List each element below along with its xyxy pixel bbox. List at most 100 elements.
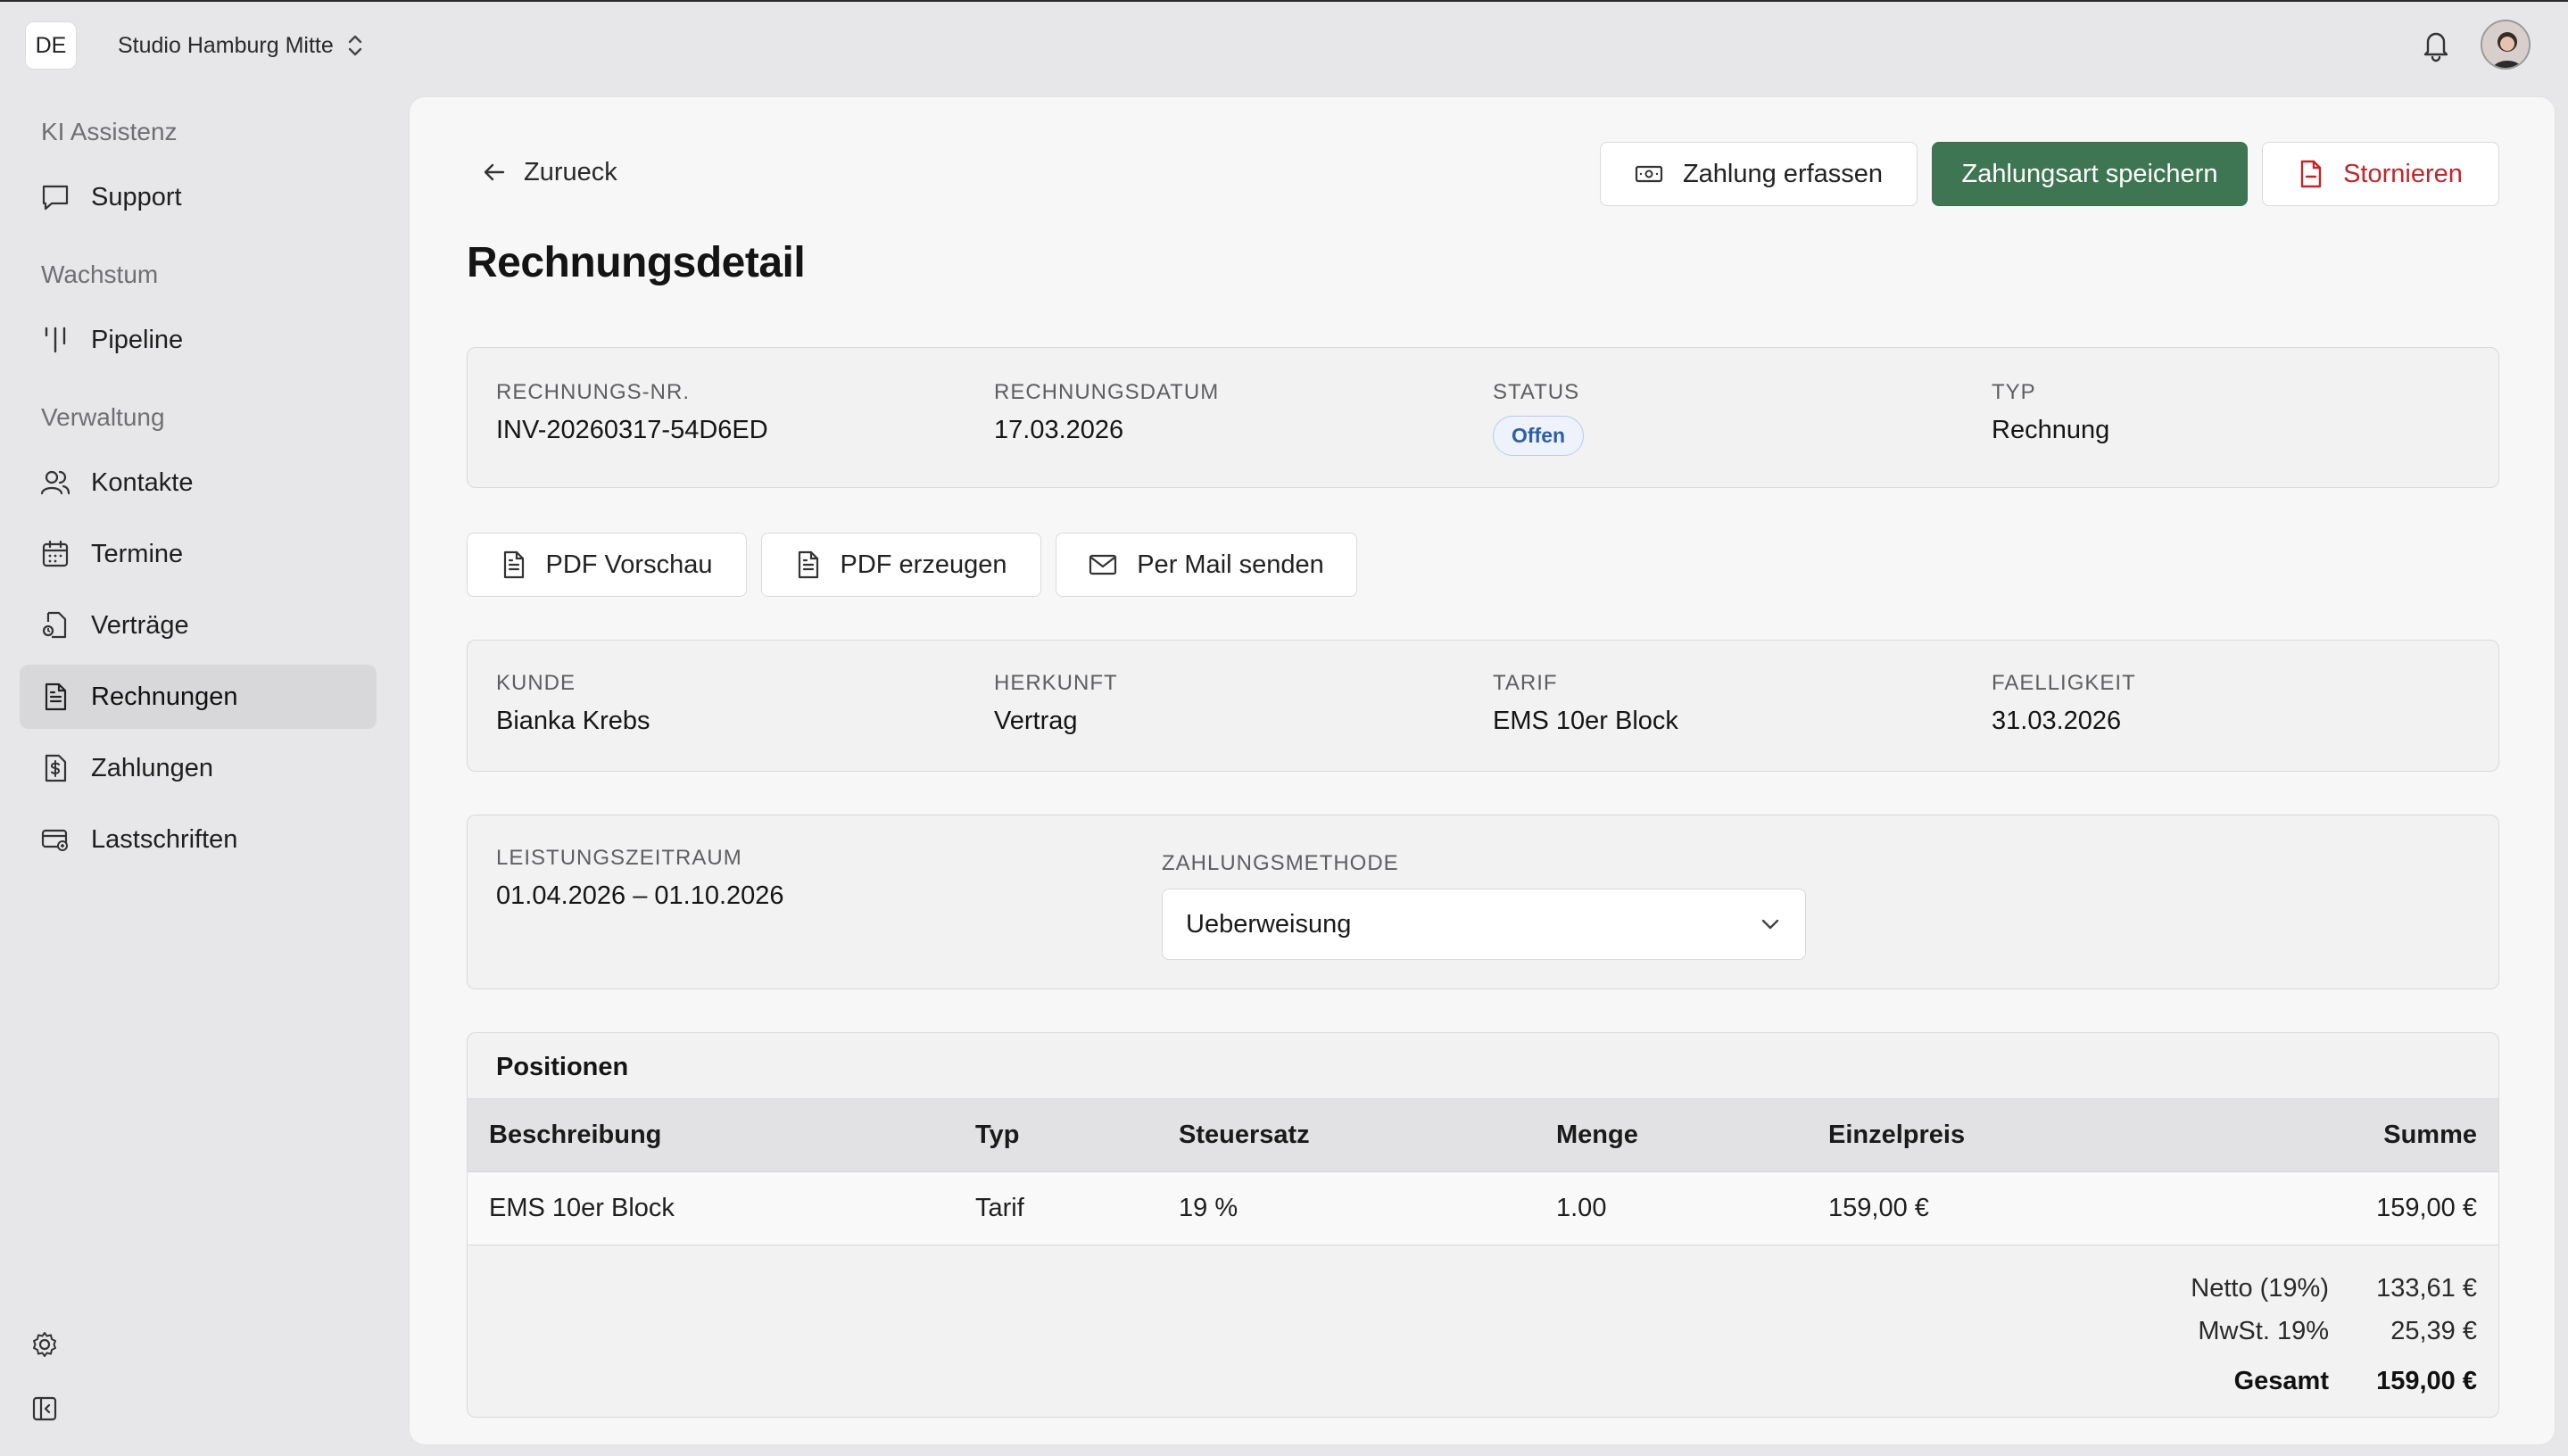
- pdf-preview-button[interactable]: PDF Vorschau: [467, 533, 747, 597]
- column-header-total: Summe: [2383, 1121, 2477, 1149]
- invoice-type-label: TYP: [1992, 380, 2036, 404]
- service-panel: LEISTUNGSZEITRAUM 01.04.2026 – 01.10.202…: [467, 815, 2499, 989]
- invoice-date-label: RECHNUNGSDATUM: [994, 380, 1220, 404]
- invoice-number-field: RECHNUNGS-NR. INV-20260317-54D6ED: [496, 380, 768, 445]
- totals-block: Netto (19%) 133,61 € MwSt. 19% 25,39 € G…: [2191, 1267, 2477, 1402]
- bell-icon[interactable]: [2420, 27, 2452, 62]
- studio-switcher[interactable]: Studio Hamburg Mitte: [118, 25, 364, 66]
- invoice-date-field: RECHNUNGSDATUM 17.03.2026: [994, 380, 1219, 445]
- invoice-meta-panel: RECHNUNGS-NR. INV-20260317-54D6ED RECHNU…: [467, 347, 2499, 488]
- invoice-status-label: STATUS: [1493, 380, 1580, 404]
- sidebar-item-termine[interactable]: Termine: [20, 522, 377, 586]
- invoice-type-value: Rechnung: [1992, 416, 2110, 444]
- cell-total: 159,00 €: [2376, 1194, 2477, 1222]
- origin-value: Vertrag: [994, 707, 1078, 735]
- sidebar-item-label: Rechnungen: [91, 682, 238, 711]
- sidebar-item-kontakte[interactable]: Kontakte: [20, 451, 377, 515]
- file-text-icon: [501, 550, 526, 579]
- chevron-down-icon: [1760, 918, 1780, 931]
- main-content: Zurueck Rechnungsdetail Zahlung erfassen…: [409, 96, 2556, 1445]
- service-period-field: LEISTUNGSZEITRAUM 01.04.2026 – 01.10.202…: [496, 846, 784, 911]
- payment-method-label: ZAHLUNGSMETHODE: [1162, 851, 1399, 875]
- invoice-number-label: RECHNUNGS-NR.: [496, 380, 690, 404]
- payment-method-value: Ueberweisung: [1186, 909, 1352, 939]
- due-date-value: 31.03.2026: [1992, 707, 2122, 735]
- users-icon: [39, 467, 71, 499]
- cell-unit-price: 159,00 €: [1828, 1194, 1929, 1222]
- sidebar-item-support[interactable]: Support: [20, 165, 377, 229]
- avatar[interactable]: [2481, 20, 2531, 70]
- chat-icon: [39, 181, 71, 213]
- origin-label: HERKUNFT: [994, 671, 1118, 695]
- cancel-invoice-label: Stornieren: [2343, 159, 2463, 188]
- tariff-value: EMS 10er Block: [1493, 707, 1678, 735]
- top-bar: DE Studio Hamburg Mitte: [0, 2, 2568, 87]
- save-payment-method-label: Zahlungsart speichern: [1961, 159, 2218, 188]
- record-payment-button[interactable]: Zahlung erfassen: [1600, 142, 1918, 206]
- grand-total-row: Gesamt 159,00 €: [2191, 1360, 2477, 1402]
- sidebar-item-lastschriften[interactable]: Lastschriften: [20, 807, 377, 872]
- send-mail-label: Per Mail senden: [1137, 550, 1324, 579]
- payment-method-select[interactable]: Ueberweisung: [1162, 889, 1806, 960]
- cell-type: Tarif: [975, 1194, 1024, 1222]
- positions-panel: Positionen Beschreibung Typ Steuersatz M…: [467, 1032, 2499, 1418]
- net-label: Netto (19%): [2191, 1273, 2329, 1303]
- invoice-type-field: TYP Rechnung: [1992, 380, 2109, 445]
- column-header-type: Typ: [975, 1121, 1020, 1149]
- column-header-quantity: Menge: [1556, 1121, 1638, 1149]
- payments-icon: [39, 752, 71, 784]
- tariff-field: TARIF EMS 10er Block: [1493, 671, 1678, 736]
- file-text-icon: [796, 550, 821, 579]
- sidebar-item-zahlungen[interactable]: Zahlungen: [20, 736, 377, 800]
- invoice-icon: [39, 681, 71, 713]
- vat-value: 25,39 €: [2390, 1316, 2477, 1345]
- arrow-left-icon: [481, 159, 508, 186]
- back-link[interactable]: Zurueck: [481, 153, 617, 192]
- pdf-generate-label: PDF erzeugen: [840, 550, 1007, 579]
- sidebar-collapse-icon[interactable]: [29, 1393, 61, 1425]
- send-mail-button[interactable]: Per Mail senden: [1056, 533, 1357, 597]
- positions-table-header: Beschreibung Typ Steuersatz Menge Einzel…: [468, 1099, 2498, 1172]
- record-payment-label: Zahlung erfassen: [1682, 159, 1884, 188]
- cell-quantity: 1.00: [1556, 1194, 1607, 1222]
- customer-field: KUNDE Bianka Krebs: [496, 671, 650, 736]
- due-date-label: FAELLIGKEIT: [1992, 671, 2136, 695]
- pipeline-icon: [39, 324, 71, 356]
- chevron-up-down-icon: [346, 33, 364, 58]
- sidebar-item-label: Kontakte: [91, 467, 194, 497]
- service-period-value: 01.04.2026 – 01.10.2026: [496, 881, 784, 910]
- save-payment-method-button[interactable]: Zahlungsart speichern: [1932, 142, 2248, 206]
- sidebar-item-label: Verträge: [91, 610, 189, 640]
- customer-value: Bianka Krebs: [496, 707, 650, 735]
- vat-label: MwSt. 19%: [2198, 1316, 2329, 1345]
- payment-method-field: ZAHLUNGSMETHODE: [1162, 851, 1399, 876]
- grand-total-label: Gesamt: [2233, 1366, 2329, 1395]
- back-link-label: Zurueck: [524, 157, 617, 186]
- net-row: Netto (19%) 133,61 €: [2191, 1267, 2477, 1310]
- sidebar-item-vertraege[interactable]: Verträge: [20, 593, 377, 658]
- sidebar-item-label: Termine: [91, 539, 184, 568]
- column-header-unit-price: Einzelpreis: [1828, 1121, 1966, 1149]
- net-value: 133,61 €: [2376, 1273, 2477, 1303]
- invoice-number-value: INV-20260317-54D6ED: [496, 416, 768, 444]
- pdf-generate-button[interactable]: PDF erzeugen: [761, 533, 1041, 597]
- sidebar-item-label: Lastschriften: [91, 824, 238, 854]
- cash-icon: [1635, 164, 1663, 184]
- column-header-tax-rate: Steuersatz: [1179, 1121, 1310, 1149]
- page-title: Rechnungsdetail: [467, 239, 806, 286]
- language-badge[interactable]: DE: [25, 21, 77, 70]
- sidebar-item-pipeline[interactable]: Pipeline: [20, 308, 377, 372]
- settings-icon[interactable]: [29, 1328, 61, 1361]
- vat-row: MwSt. 19% 25,39 €: [2191, 1310, 2477, 1353]
- sidebar-item-rechnungen[interactable]: Rechnungen: [20, 665, 377, 729]
- origin-field: HERKUNFT Vertrag: [994, 671, 1118, 736]
- sidebar-item-label: Support: [91, 182, 182, 211]
- cancel-invoice-button[interactable]: Stornieren: [2262, 142, 2499, 206]
- cell-description: EMS 10er Block: [489, 1194, 675, 1222]
- sidebar: KI Assistenz Support Wachstum Pipeline V…: [0, 87, 407, 1456]
- invoice-date-value: 17.03.2026: [994, 416, 1124, 444]
- sidebar-section-wachstum: Wachstum: [41, 261, 159, 288]
- sidebar-section-verwaltung: Verwaltung: [41, 403, 165, 431]
- contract-icon: [39, 609, 71, 641]
- status-badge: Offen: [1493, 416, 1585, 456]
